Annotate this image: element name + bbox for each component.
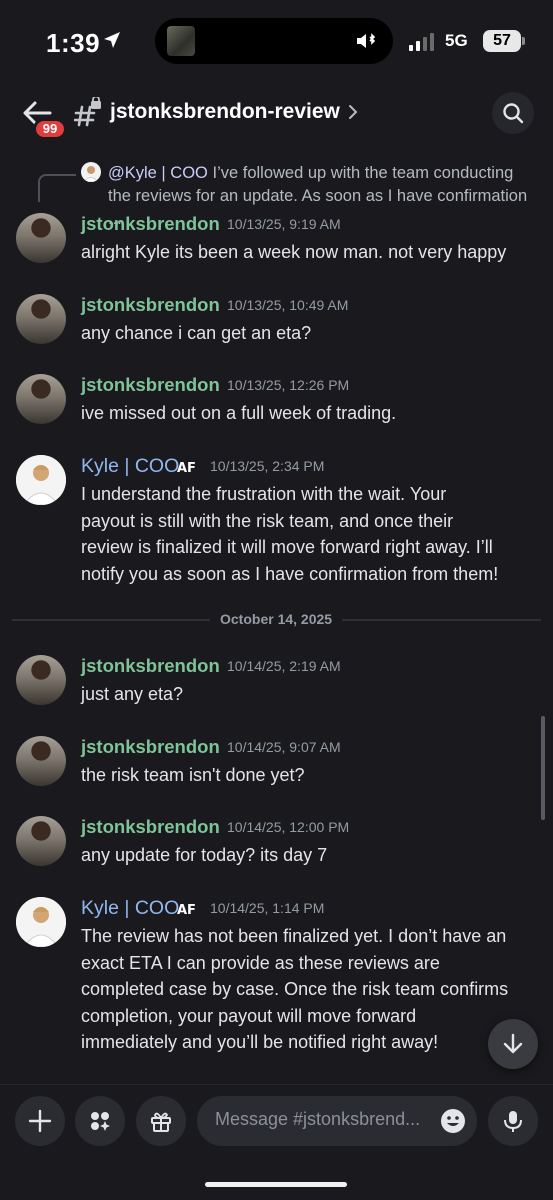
message-content: I understand the frustration with the wa… [81, 481, 536, 587]
message-input-container [197, 1096, 477, 1146]
message-line: payout is still with the risk team, and … [81, 510, 454, 531]
reply-connector [38, 174, 76, 202]
avatar[interactable] [16, 736, 66, 786]
server-tag-icon: AF [177, 461, 196, 474]
message-author[interactable]: jstonksbrendon [81, 294, 220, 316]
message-content: alright Kyle its been a week now man. no… [81, 239, 536, 266]
message-author[interactable]: jstonksbrendon [81, 213, 220, 235]
battery-tip [522, 37, 525, 45]
status-bar: 1:39 5G 57 [0, 0, 553, 84]
avatar[interactable] [16, 816, 66, 866]
arrow-down-icon [503, 1033, 523, 1054]
server-tag-label: AF [177, 461, 196, 474]
message-author[interactable]: Kyle | COO [81, 897, 179, 920]
message-content: any chance i can get an eta? [81, 320, 536, 347]
message-author[interactable]: jstonksbrendon [81, 374, 220, 396]
cell-signal-icon [409, 33, 434, 51]
reply-mention: @Kyle | COO [108, 164, 208, 182]
message-content: ive missed out on a full week of trading… [81, 400, 536, 427]
message-timestamp: 10/14/25, 2:19 AM [227, 658, 341, 674]
battery-level: 57 [483, 30, 521, 52]
message-content: just any eta? [81, 681, 536, 708]
message-timestamp: 10/13/25, 10:49 AM [227, 297, 349, 313]
locked-channel-hash-icon [74, 97, 101, 127]
location-arrow-icon [104, 32, 120, 48]
avatar[interactable] [16, 655, 66, 705]
message-content: the risk team isn't done yet? [81, 762, 536, 789]
message-line: completion, your payout will move forwar… [81, 1005, 417, 1026]
channel-header: 99 jstonksbrendon-review [0, 84, 553, 146]
message-timestamp: 10/13/25, 9:19 AM [227, 216, 341, 232]
message-author[interactable]: Kyle | COO [81, 455, 179, 478]
microphone-icon [504, 1111, 522, 1132]
message-line: review is finalized it will move forward… [81, 537, 493, 557]
message-author[interactable]: jstonksbrendon [81, 816, 220, 838]
avatar[interactable] [16, 213, 66, 263]
status-time: 1:39 [46, 28, 101, 58]
message-line: notify you as soon as I have confirmatio… [81, 563, 499, 584]
add-attachment-button[interactable] [15, 1096, 65, 1146]
bluetooth-audio-icon [357, 33, 376, 48]
scrollbar-thumb[interactable] [541, 716, 545, 820]
message-line: any update for today? its day 7 [81, 845, 328, 865]
chevron-right-icon[interactable] [347, 104, 359, 120]
message-line: immediately and you’ll be notified right… [81, 1032, 439, 1052]
message-line: completed case by case. Once the risk te… [81, 979, 509, 999]
gift-icon [151, 1112, 171, 1132]
message-content: The review has not been finalized yet. I… [81, 923, 536, 1056]
message-line: just any eta? [81, 684, 184, 704]
avatar[interactable] [16, 455, 66, 505]
emoji-icon[interactable] [439, 1107, 467, 1135]
message-line: I understand the frustration with the wa… [81, 484, 447, 504]
message-timestamp: 10/13/25, 2:34 PM [210, 458, 325, 474]
channel-name[interactable]: jstonksbrendon-review [110, 100, 340, 124]
avatar[interactable] [16, 897, 66, 947]
message-line: any chance i can get an eta? [81, 323, 312, 343]
message-timestamp: 10/13/25, 12:26 PM [227, 377, 350, 393]
network-type: 5G [445, 31, 468, 50]
message-composer [0, 1092, 553, 1152]
plus-icon [28, 1109, 52, 1133]
message-content: any update for today? its day 7 [81, 842, 536, 869]
unread-badge: 99 [33, 118, 67, 140]
home-indicator[interactable] [205, 1182, 347, 1187]
now-playing-thumbnail [167, 26, 195, 56]
reply-avatar [81, 162, 101, 182]
gift-button[interactable] [136, 1096, 186, 1146]
message-input[interactable] [215, 1109, 433, 1130]
message-author[interactable]: jstonksbrendon [81, 736, 220, 758]
server-tag-label: AF [177, 903, 196, 916]
avatar[interactable] [16, 294, 66, 344]
message-line: ive missed out on a full week of trading… [81, 403, 397, 423]
jump-to-present-button[interactable] [488, 1019, 538, 1069]
message-timestamp: 10/14/25, 9:07 AM [227, 739, 341, 755]
avatar[interactable] [16, 374, 66, 424]
message-line: the risk team isn't done yet? [81, 765, 305, 785]
message-timestamp: 10/14/25, 1:14 PM [210, 900, 325, 916]
message-timestamp: 10/14/25, 12:00 PM [227, 819, 350, 835]
dynamic-island[interactable] [155, 18, 393, 64]
date-divider: October 14, 2025 [210, 611, 343, 627]
apps-sparkle-icon [91, 1112, 110, 1131]
message-list[interactable]: @Kyle | COO I’ve followed up with the te… [0, 146, 553, 1084]
message-line: alright Kyle its been a week now man. no… [81, 242, 507, 262]
message-author[interactable]: jstonksbrendon [81, 655, 220, 677]
message-line: The review has not been finalized yet. I… [81, 926, 507, 946]
apps-button[interactable] [75, 1096, 125, 1146]
search-button[interactable] [492, 92, 534, 134]
voice-message-button[interactable] [488, 1096, 538, 1146]
message-line: exact ETA I can provide as these reviews… [81, 952, 440, 973]
composer-separator [0, 1084, 553, 1085]
reply-snippet: I’ve followed up with the team conductin… [212, 164, 514, 182]
server-tag-icon: AF [177, 903, 196, 916]
search-icon [503, 103, 524, 124]
